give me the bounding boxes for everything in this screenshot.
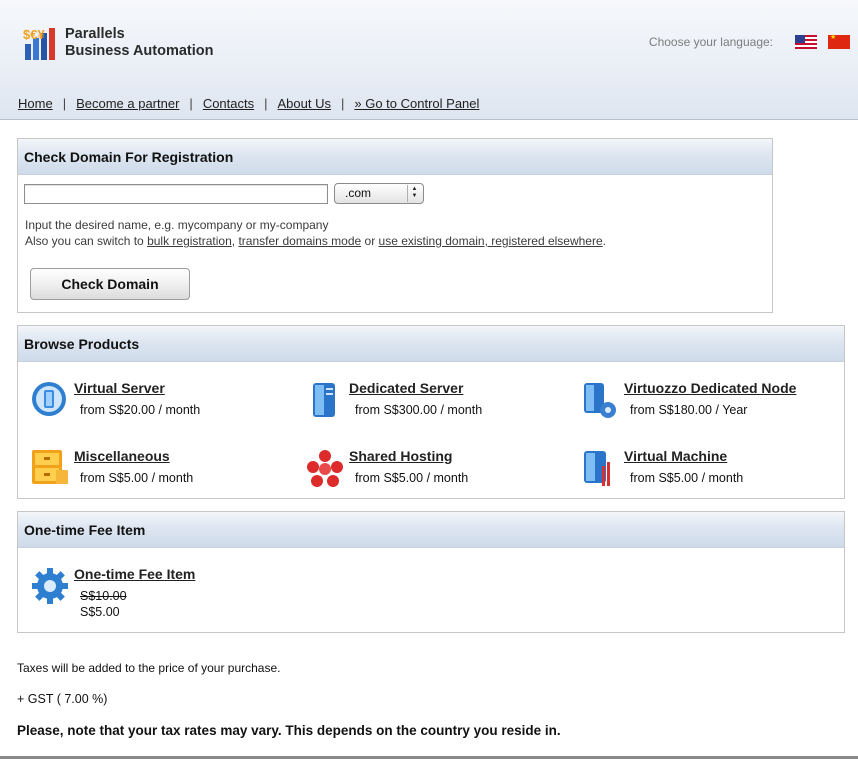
nav-home[interactable]: Home (18, 96, 53, 111)
gear-icon (32, 568, 68, 604)
china-flag-icon[interactable] (828, 33, 850, 49)
virtual-machine-icon (584, 451, 610, 486)
product-name[interactable]: Virtual Server (74, 380, 165, 396)
hint-end: . (602, 234, 606, 248)
nav-separator: | (189, 96, 193, 111)
brand-line-1: Parallels (65, 26, 125, 42)
product-shared-hosting: Shared Hosting from S$5.00 / month (305, 448, 565, 498)
gst-rate: + GST ( 7.00 %) (17, 692, 108, 706)
tax-warning: Please, note that your tax rates may var… (17, 723, 561, 738)
product-price: from S$5.00 / month (355, 471, 469, 485)
one-time-fee-panel: One-time Fee Item One-time Fee Item S$10… (17, 511, 845, 633)
bulk-registration-link[interactable]: bulk registration (147, 234, 232, 248)
product-name[interactable]: Dedicated Server (349, 380, 463, 396)
product-price: from S$5.00 / month (80, 471, 194, 485)
one-time-fee-item: One-time Fee Item (30, 566, 330, 616)
virtual-server-icon (32, 382, 66, 416)
parallels-logo-icon: $€¥ (23, 27, 55, 60)
product-price: from S$5.00 / month (630, 471, 744, 485)
product-virtual-server: Virtual Server from S$20.00 / month (30, 380, 290, 430)
top-navigation: Home | Become a partner | Contacts | Abo… (18, 96, 479, 111)
nav-separator: | (62, 96, 67, 111)
product-price: from S$20.00 / month (80, 403, 201, 417)
tld-select[interactable]: .com ▲ ▼ (334, 183, 424, 204)
nav-about-us[interactable]: About Us (278, 96, 331, 111)
check-domain-title: Check Domain For Registration (18, 139, 772, 175)
domain-name-input[interactable] (24, 184, 328, 204)
tax-notice: Taxes will be added to the price of your… (17, 661, 281, 675)
browse-products-title: Browse Products (18, 326, 844, 362)
hint-or: or (361, 234, 379, 248)
hint-line-2: Also you can switch to bulk registration… (25, 233, 606, 249)
product-price: from S$180.00 / Year (630, 403, 748, 417)
hint-prefix: Also you can switch to (25, 234, 148, 248)
tld-selected-value: .com (345, 186, 372, 200)
page-header: $€¥ Parallels Business Automation Choose… (0, 0, 858, 120)
language-switcher: Choose your language: (648, 33, 850, 50)
cabinet-icon (32, 450, 68, 484)
browse-products-panel: Browse Products Virtual Server from S$20… (17, 325, 845, 499)
product-dedicated-server: Dedicated Server from S$300.00 / month (305, 380, 565, 430)
nav-control-panel[interactable]: » Go to Control Panel (354, 96, 479, 111)
product-name[interactable]: Miscellaneous (74, 448, 170, 464)
product-price: from S$300.00 / month (355, 403, 483, 417)
nav-contacts[interactable]: Contacts (203, 96, 254, 111)
fee-old-price: S$10.00 (80, 589, 127, 603)
dedicated-server-icon (313, 383, 335, 417)
fee-new-price: S$5.00 (80, 605, 120, 619)
product-name[interactable]: Virtuozzo Dedicated Node (624, 380, 796, 396)
product-name[interactable]: Shared Hosting (349, 448, 452, 464)
product-miscellaneous: Miscellaneous from S$5.00 / month (30, 448, 290, 498)
nav-separator: | (341, 96, 345, 111)
us-flag-icon[interactable] (795, 35, 817, 49)
nav-separator: | (264, 96, 268, 111)
shared-hosting-icon (307, 450, 343, 487)
virtuozzo-node-icon (584, 383, 616, 418)
product-virtual-machine: Virtual Machine from S$5.00 / month (580, 448, 840, 498)
check-domain-button[interactable]: Check Domain (30, 268, 190, 300)
select-arrows-icon: ▲ ▼ (407, 185, 421, 202)
hint-line-1: Input the desired name, e.g. mycompany o… (25, 218, 329, 232)
svg-text:$€¥: $€¥ (23, 27, 45, 42)
brand-line-2: Business Automation (65, 43, 214, 59)
transfer-domains-link[interactable]: transfer domains mode (238, 234, 361, 248)
nav-become-partner[interactable]: Become a partner (76, 96, 179, 111)
language-label: Choose your language: (648, 35, 773, 49)
product-virtuozzo-node: Virtuozzo Dedicated Node from S$180.00 /… (580, 380, 840, 430)
brand-logo[interactable]: $€¥ Parallels Business Automation (22, 24, 232, 64)
check-domain-panel: Check Domain For Registration .com ▲ ▼ In… (17, 138, 773, 313)
domain-hint: Input the desired name, e.g. mycompany o… (25, 217, 606, 249)
fee-item-name[interactable]: One-time Fee Item (74, 566, 195, 582)
one-time-fee-title: One-time Fee Item (18, 512, 844, 548)
product-name[interactable]: Virtual Machine (624, 448, 727, 464)
existing-domain-link[interactable]: use existing domain, registered elsewher… (379, 234, 603, 248)
